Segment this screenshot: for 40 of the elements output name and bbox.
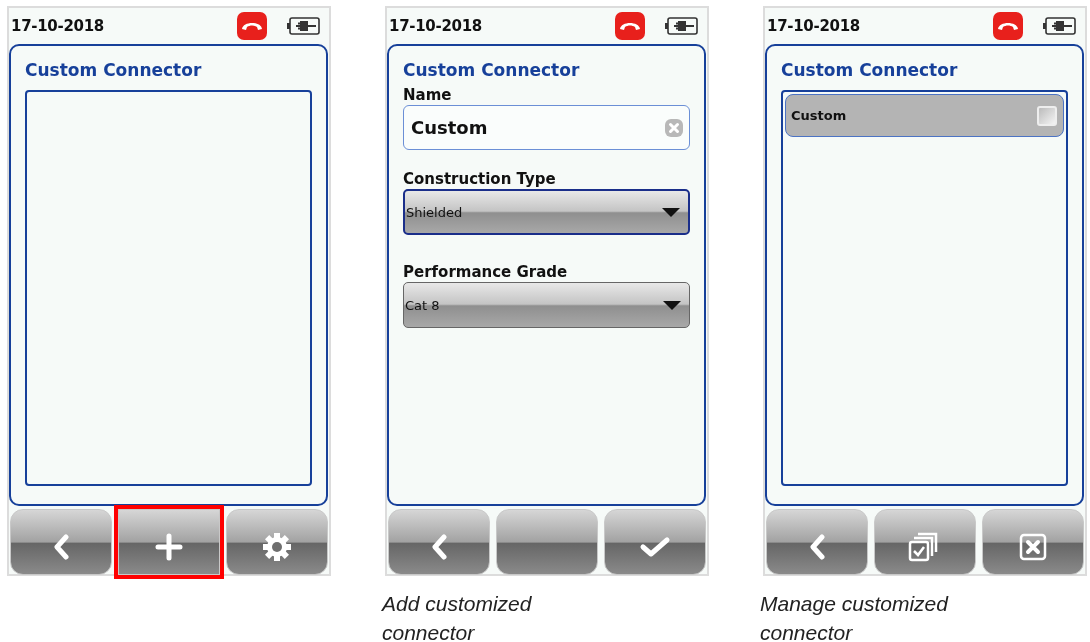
screen-title: Custom Connector: [781, 60, 958, 80]
plug-icon: [1043, 17, 1077, 35]
back-icon: [431, 534, 447, 560]
back-icon: [53, 534, 69, 560]
figure-caption: Manage customized connector: [760, 591, 950, 642]
plug-icon: [665, 17, 699, 35]
back-icon: [809, 534, 825, 560]
figure-caption: Add customized connector: [382, 591, 533, 642]
plug-icon: [287, 17, 321, 35]
check-icon: [639, 535, 671, 559]
phone-icon: [993, 12, 1023, 40]
toolbar-button[interactable]: [10, 509, 112, 575]
name-field[interactable]: Custom: [403, 105, 690, 150]
toolbar-button[interactable]: [226, 509, 328, 575]
date-label: 17-10-2018: [11, 17, 105, 35]
screen-title: Custom Connector: [25, 60, 202, 80]
field-label: Performance Grade: [403, 263, 568, 281]
plus-icon: [155, 533, 183, 561]
checkbox[interactable]: [1037, 105, 1057, 126]
delete-icon: [1019, 533, 1047, 561]
dropdown-arrow-icon: [662, 207, 680, 217]
toolbar-button[interactable]: [766, 509, 868, 575]
phone-icon: [237, 12, 267, 40]
date-label: 17-10-2018: [389, 17, 483, 35]
field-label: Construction Type: [403, 170, 556, 188]
toolbar-button[interactable]: [388, 509, 490, 575]
list-item[interactable]: Custom: [785, 94, 1064, 137]
field-label: Name: [403, 86, 452, 104]
dropdown[interactable]: Cat 8: [403, 282, 690, 328]
toolbar-button[interactable]: [874, 509, 976, 575]
dropdown-arrow-icon: [663, 300, 681, 310]
item-label: Custom: [791, 108, 847, 123]
toolbar-button[interactable]: [496, 509, 598, 575]
date-label: 17-10-2018: [767, 17, 861, 35]
settings-icon: [261, 531, 293, 563]
toolbar-button[interactable]: [982, 509, 1084, 575]
toolbar-button[interactable]: [604, 509, 706, 575]
phone-icon: [615, 12, 645, 40]
screen-title: Custom Connector: [403, 60, 580, 80]
dropdown[interactable]: Shielded: [403, 189, 690, 235]
